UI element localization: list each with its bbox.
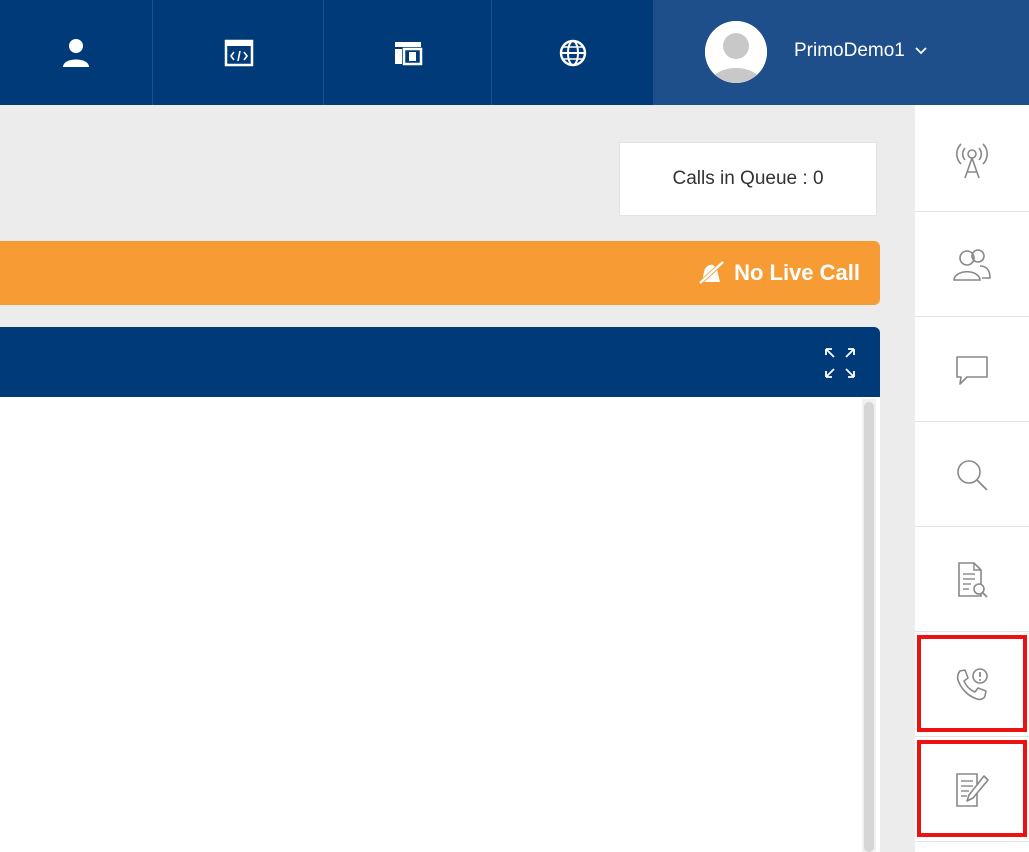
globe-icon — [559, 39, 587, 66]
sidebar-item-chat[interactable] — [915, 318, 1029, 422]
search-icon — [957, 459, 988, 491]
scrollbar-thumb[interactable] — [864, 402, 874, 852]
dashboard-icon — [395, 41, 423, 65]
expand-button[interactable] — [822, 345, 858, 381]
live-call-bar: No Live Call — [0, 241, 880, 305]
nav-code-button[interactable] — [152, 0, 324, 105]
default-avatar-icon — [705, 21, 767, 83]
panel-content — [0, 397, 880, 852]
user-icon — [63, 38, 89, 67]
avatar[interactable] — [705, 21, 767, 83]
chevron-down-icon — [915, 47, 927, 55]
live-call-status-text: No Live Call — [734, 260, 860, 285]
document-search-icon — [958, 561, 988, 598]
calls-in-queue-label: Calls in Queue : 0 — [672, 168, 824, 189]
calls-in-queue-card: Calls in Queue : 0 — [619, 142, 877, 216]
live-call-status: No Live Call — [696, 241, 860, 305]
sidebar-item-document-search[interactable] — [915, 528, 1029, 632]
notes-edit-icon — [956, 772, 989, 807]
nav-user-button[interactable] — [0, 0, 152, 105]
username: PrimoDemo1 — [794, 40, 905, 61]
nav-dashboard-button[interactable] — [323, 0, 492, 105]
phone-info-icon — [956, 667, 988, 700]
sidebar-item-broadcast[interactable] — [915, 108, 1029, 212]
sidebar-item-phone-info[interactable] — [915, 633, 1029, 737]
chat-icon — [956, 355, 988, 385]
expand-icon — [825, 348, 855, 378]
nav-language-button[interactable] — [491, 0, 654, 105]
broadcast-tower-icon — [956, 142, 988, 178]
user-menu-label[interactable]: PrimoDemo1 — [794, 38, 928, 64]
code-window-icon — [224, 39, 253, 66]
contacts-icon — [953, 248, 991, 281]
sidebar-item-search[interactable] — [915, 423, 1029, 527]
panel-header — [0, 327, 880, 397]
sidebar-item-contacts[interactable] — [915, 213, 1029, 317]
bell-slash-icon — [697, 261, 724, 286]
sidebar-item-notes[interactable] — [915, 738, 1029, 842]
